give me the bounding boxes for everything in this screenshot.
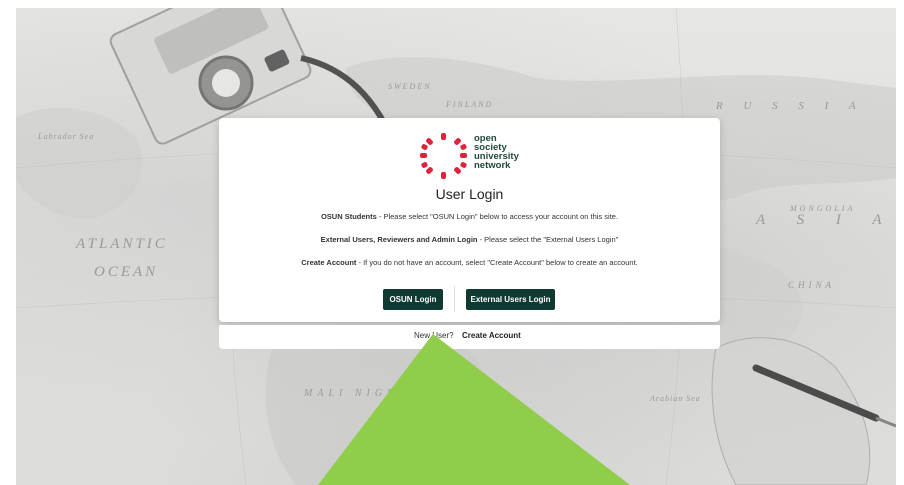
page-title: User Login xyxy=(435,186,504,202)
external-users-instructions: External Users, Reviewers and Admin Logi… xyxy=(219,235,720,244)
osun-students-label: OSUN Students xyxy=(320,212,377,221)
osun-login-button[interactable]: OSUN Login xyxy=(383,289,443,310)
logo-ring-icon xyxy=(420,133,467,179)
map-label-arabian: Arabian Sea xyxy=(650,394,701,403)
triangle-shape xyxy=(318,334,630,485)
green-triangle-overlay xyxy=(318,334,630,485)
logo-wordmark: open society university network xyxy=(474,134,519,171)
external-users-text: - Please select the "External Users Logi… xyxy=(477,235,619,244)
map-label-china: CHINA xyxy=(788,280,835,290)
external-users-login-button[interactable]: External Users Login xyxy=(466,289,555,310)
create-account-instructions: Create Account - If you do not have an a… xyxy=(219,258,720,267)
map-label-asia: A S I A xyxy=(756,212,896,228)
map-label-atlantic: ATLANTIC xyxy=(76,236,168,252)
map-label-russia: R U S S I A xyxy=(716,100,865,112)
osun-students-text: - Please select "OSUN Login" below to ac… xyxy=(376,212,619,221)
create-account-text: - If you do not have an account, select … xyxy=(356,258,638,267)
hand-pen-decoration xyxy=(711,337,896,485)
osun-logo: open society university network xyxy=(418,132,519,180)
map-label-ocean: OCEAN xyxy=(94,264,159,280)
map-label-mongolia: MONGOLIA xyxy=(790,204,856,213)
map-label-labrador: Labrador Sea xyxy=(38,132,95,141)
map-label-finland: FINLAND xyxy=(446,100,494,109)
button-divider xyxy=(454,286,455,312)
map-label-sweden: SWEDEN xyxy=(388,82,432,91)
osun-students-instructions: OSUN Students - Please select "OSUN Logi… xyxy=(219,212,720,221)
external-users-label: External Users, Reviewers and Admin Logi… xyxy=(320,235,478,244)
logo-line-network: network xyxy=(474,160,511,171)
create-account-label: Create Account xyxy=(301,258,357,267)
